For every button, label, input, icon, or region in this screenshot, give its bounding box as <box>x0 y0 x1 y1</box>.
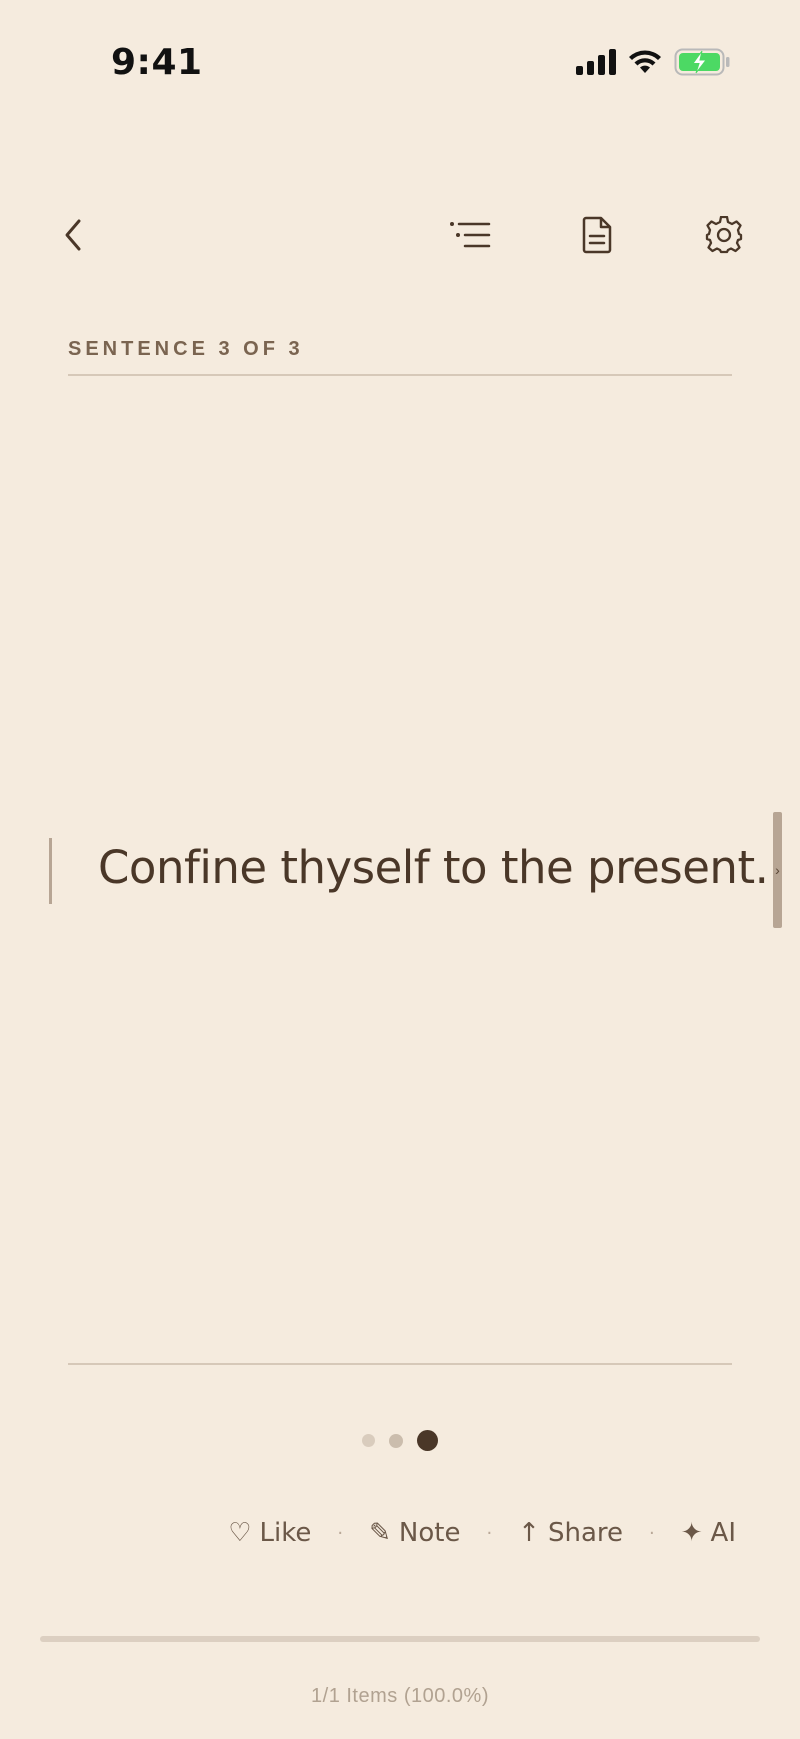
sparkle-icon: ✦ <box>680 1518 703 1548</box>
separator: · <box>649 1522 655 1544</box>
share-arrow-icon: ↑ <box>518 1518 540 1548</box>
wifi-icon <box>628 49 662 80</box>
page-dot-2[interactable] <box>389 1433 403 1448</box>
quote-accent-bar <box>49 838 52 904</box>
bottom-divider <box>68 1363 732 1365</box>
note-button[interactable]: ✎ Note <box>369 1518 460 1548</box>
ai-label: AI <box>710 1518 736 1548</box>
status-time: 9:41 <box>111 42 203 83</box>
like-button[interactable]: ♡ Like <box>228 1518 311 1548</box>
settings-button[interactable] <box>697 210 751 264</box>
ai-button[interactable]: ✦ AI <box>681 1518 736 1548</box>
status-icons <box>576 48 730 81</box>
share-label: Share <box>547 1518 623 1548</box>
like-label: Like <box>259 1518 312 1548</box>
document-icon <box>582 216 612 259</box>
chevron-right-icon: › <box>775 862 780 878</box>
page-dot-3-active[interactable] <box>417 1430 438 1451</box>
note-label: Note <box>398 1518 461 1548</box>
progress-track <box>40 1636 760 1642</box>
list-icon <box>449 220 491 255</box>
progress-text: 1/1 Items (100.0%) <box>311 1685 489 1707</box>
back-button[interactable] <box>46 210 100 264</box>
sentence-counter: SENTENCE 3 OF 3 <box>68 338 304 360</box>
chevron-left-icon <box>62 217 84 258</box>
top-divider <box>68 374 732 376</box>
heart-icon: ♡ <box>228 1518 252 1548</box>
next-sentence-tab[interactable]: › <box>773 812 782 928</box>
separator: · <box>486 1522 493 1544</box>
signal-icon <box>576 49 616 80</box>
battery-charging-icon <box>674 48 730 81</box>
contents-button[interactable] <box>443 210 497 264</box>
action-bar: ♡ Like · ✎ Note · ↑ Share · ✦ AI <box>228 1518 736 1548</box>
sentence-text: Confine thyself to the present. <box>98 841 769 894</box>
page-indicator <box>0 1430 800 1451</box>
gear-icon <box>705 215 743 259</box>
document-button[interactable] <box>570 210 624 264</box>
pencil-icon: ✎ <box>369 1518 391 1548</box>
separator: · <box>337 1522 344 1544</box>
page-dot-1[interactable] <box>362 1434 375 1447</box>
share-button[interactable]: ↑ Share <box>518 1518 623 1548</box>
